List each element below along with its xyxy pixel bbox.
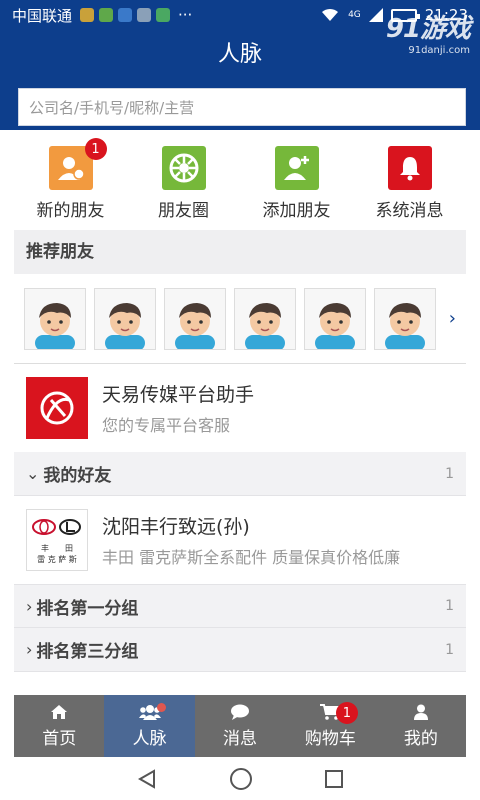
home-icon xyxy=(51,704,68,719)
search-placeholder: 公司名/手机号/昵称/主营 xyxy=(29,98,195,117)
cartoon-avatar-icon xyxy=(315,302,355,349)
page-title: 人脉 xyxy=(217,42,262,67)
system-nav-bar xyxy=(0,757,480,800)
friend-name: 沈阳丰行致远(孙) xyxy=(102,516,250,538)
group-count: 1 xyxy=(445,598,454,614)
chevron-down-icon: ⌄ xyxy=(26,464,40,483)
cartoon-avatar-icon xyxy=(245,302,285,349)
new-friend-icon: 1 xyxy=(48,138,107,190)
group-rank-third[interactable]: › 排名第三分组 1 xyxy=(14,628,466,672)
back-icon[interactable] xyxy=(136,768,158,790)
watermark-brand: 91游戏 xyxy=(385,14,471,44)
more-notifications-icon: ··· xyxy=(178,6,193,24)
moments-button[interactable]: 朋友圈 xyxy=(127,130,240,230)
carrier-label: 中国联通 xyxy=(12,6,73,25)
assistant-item[interactable]: 天易传媒平台助手 您的专属平台客服 xyxy=(14,364,466,452)
wifi-icon xyxy=(322,8,339,21)
app-notification-icon xyxy=(118,8,133,22)
home-circle-icon[interactable] xyxy=(229,767,253,791)
friend-subtitle: 丰田 雷克萨斯全系配件 质量保真价格低廉 xyxy=(102,548,401,567)
app-notification-icon xyxy=(99,8,114,22)
search-input[interactable]: 公司名/手机号/昵称/主营 xyxy=(18,88,466,126)
watermark-url: 91danji.com xyxy=(408,45,470,56)
system-messages-button[interactable]: 系统消息 xyxy=(353,130,466,230)
recents-icon[interactable] xyxy=(324,769,344,789)
app-notification-icon xyxy=(80,8,95,22)
chevron-right-icon: › xyxy=(26,640,33,659)
tab-messages[interactable]: 消息 xyxy=(195,695,285,757)
group-count: 1 xyxy=(445,641,454,658)
moments-icon xyxy=(161,146,206,190)
logo-text-line: 雷 克 萨 斯 xyxy=(37,555,77,564)
cartoon-avatar-icon xyxy=(105,302,145,349)
tab-label: 我的 xyxy=(403,728,438,749)
tab-profile[interactable]: 我的 xyxy=(376,695,466,757)
user-icon xyxy=(413,704,428,720)
app-notification-icon xyxy=(137,8,152,22)
tab-contacts[interactable]: 人脉 xyxy=(104,695,195,757)
recommended-avatar[interactable] xyxy=(304,287,366,350)
group-title: 排名第一分组 xyxy=(36,598,139,619)
cartoon-avatar-icon xyxy=(35,302,75,349)
friend-item[interactable]: 丰 田 雷 克 萨 斯 沈阳丰行致远(孙) 丰田 雷克萨斯全系配件 质量保真价格… xyxy=(14,496,466,584)
chevron-right-icon: › xyxy=(26,596,33,616)
add-friend-label: 添加朋友 xyxy=(262,201,331,221)
tab-label: 消息 xyxy=(223,728,258,749)
new-friends-badge: 1 xyxy=(84,138,107,160)
group-title: 排名第三分组 xyxy=(36,642,139,662)
my-friends-group[interactable]: ⌄ 我的好友 1 xyxy=(14,452,466,496)
recommended-friends-title: 推荐朋友 xyxy=(26,242,94,262)
assistant-subtitle: 您的专属平台客服 xyxy=(102,416,231,435)
recommended-avatar[interactable] xyxy=(24,287,86,350)
chat-icon xyxy=(231,704,250,720)
cart-badge: 1 xyxy=(335,702,358,724)
bottom-tab-bar: 首页 人脉 消息 1 购物车 我的 xyxy=(14,695,466,757)
tab-label: 首页 xyxy=(42,728,77,749)
moments-label: 朋友圈 xyxy=(158,201,209,221)
recommended-avatar[interactable] xyxy=(234,287,296,350)
my-friends-count: 1 xyxy=(445,465,454,482)
new-friends-button[interactable]: 1 新的朋友 xyxy=(14,130,127,230)
cartoon-avatar-icon xyxy=(175,302,215,349)
recommended-avatars: › xyxy=(14,274,466,364)
toyota-lexus-logo: 丰 田 雷 克 萨 斯 xyxy=(26,509,88,571)
tab-cart[interactable]: 1 购物车 xyxy=(285,695,375,757)
assistant-logo-icon xyxy=(26,377,88,439)
notification-icons xyxy=(80,8,171,22)
watermark-logo: 91游戏 91danji.com xyxy=(385,8,471,56)
add-friend-icon xyxy=(274,146,319,190)
bell-icon xyxy=(387,146,432,190)
logo-text-line: 丰 田 xyxy=(41,544,73,553)
group-rank-first[interactable]: › 排名第一分组 1 xyxy=(14,584,466,628)
my-friends-title: 我的好友 xyxy=(43,466,112,486)
new-friends-label: 新的朋友 xyxy=(36,201,105,221)
cartoon-avatar-icon xyxy=(385,302,425,349)
network-type: 4G xyxy=(348,10,361,20)
tab-home[interactable]: 首页 xyxy=(14,695,104,757)
tab-label: 人脉 xyxy=(132,728,167,749)
contacts-notification-dot xyxy=(156,703,166,712)
search-bar: 公司名/手机号/昵称/主营 xyxy=(0,80,480,130)
recommended-friends-header: 推荐朋友 xyxy=(14,230,466,274)
tab-label: 购物车 xyxy=(304,728,356,749)
assistant-name: 天易传媒平台助手 xyxy=(102,384,255,406)
recommended-avatar[interactable] xyxy=(374,287,436,350)
add-friend-button[interactable]: 添加朋友 xyxy=(240,130,353,230)
main-content: 1 新的朋友 朋友圈 添加朋友 系统消息 推荐朋友 › 天易传媒平台助手 您的专… xyxy=(14,130,466,695)
quick-actions: 1 新的朋友 朋友圈 添加朋友 系统消息 xyxy=(14,130,466,230)
system-messages-label: 系统消息 xyxy=(375,201,444,221)
chevron-right-icon[interactable]: › xyxy=(449,308,456,329)
recommended-avatar[interactable] xyxy=(164,287,226,350)
recommended-avatar[interactable] xyxy=(94,287,156,350)
signal-icon xyxy=(368,8,383,22)
app-notification-icon xyxy=(156,8,171,22)
